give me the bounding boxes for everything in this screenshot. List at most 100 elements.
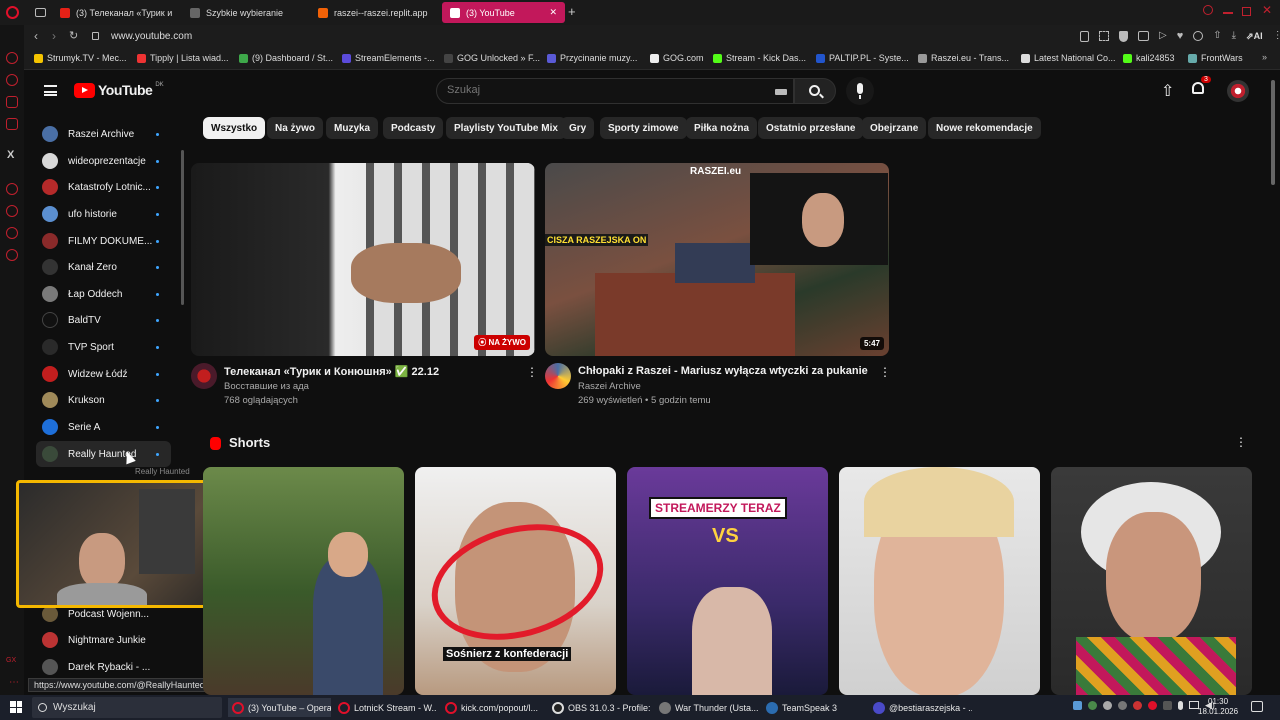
taskbar-item-5[interactable]: TeamSpeak 3 <box>762 698 865 717</box>
bookmark-3[interactable]: StreamElements -... <box>342 53 435 63</box>
taskbar-item-4[interactable]: War Thunder (Usta... <box>655 698 758 717</box>
subscription-item[interactable]: Katastrofy Lotnic... <box>36 174 171 200</box>
tab-1[interactable]: Szybkie wybieranie <box>182 2 307 23</box>
tray-app-icon[interactable] <box>1133 701 1142 710</box>
play-icon[interactable]: ▷ <box>1159 31 1167 42</box>
reload-icon[interactable]: ↻ <box>69 29 78 42</box>
short-4[interactable] <box>1051 467 1252 695</box>
shield-icon[interactable] <box>1119 31 1128 42</box>
subscription-item[interactable]: Serie A <box>36 414 171 440</box>
subscription-item[interactable]: Widzew Łódź <box>36 361 171 387</box>
video-channel-1[interactable]: Raszei Archive <box>578 381 641 392</box>
chip-obejrzane[interactable]: Obejrzane <box>862 117 927 139</box>
video-thumbnail-1[interactable]: RASZEI.eu CISZA RASZEJSKA ON 5:47 <box>545 163 889 356</box>
close-tab-icon[interactable]: ✕ <box>549 7 557 18</box>
url-field[interactable]: www.youtube.com <box>111 31 192 42</box>
subscription-item[interactable]: BaldTV <box>36 307 171 333</box>
opera-logo-icon[interactable] <box>6 6 19 19</box>
subscription-item[interactable]: Nightmare Junkie <box>36 627 171 653</box>
search-input[interactable] <box>447 84 757 96</box>
bookmark-6[interactable]: GOG.com <box>650 53 704 63</box>
chip-gry[interactable]: Gry <box>561 117 595 139</box>
bookmark-5[interactable]: Przycinanie muzy... <box>547 53 637 63</box>
tray-app-icon[interactable] <box>1148 701 1157 710</box>
short-3[interactable] <box>839 467 1040 695</box>
tab-overview-icon[interactable] <box>35 8 46 17</box>
ai-icon[interactable]: ⇗AI <box>1246 31 1263 42</box>
short-1[interactable]: Sośnierz z konfederacji <box>415 467 616 695</box>
sidebar-whatsapp-icon[interactable] <box>6 118 18 130</box>
chip-ostatnio-przeslane[interactable]: Ostatnio przesłane <box>758 117 864 139</box>
chip-pilka-nozna[interactable]: Piłka nożna <box>686 117 758 139</box>
subscription-item[interactable]: wideoprezentacje <box>36 148 171 174</box>
sidebar-ai-icon[interactable] <box>6 52 18 64</box>
shorts-menu-icon[interactable]: ⋮ <box>1235 435 1247 449</box>
sidebar-settings-icon[interactable] <box>6 249 18 261</box>
sidebar-more-icon[interactable]: ⋯ <box>9 677 19 688</box>
windows-start-icon[interactable] <box>10 701 22 713</box>
bookmark-2[interactable]: (9) Dashboard / St... <box>239 53 333 63</box>
tray-app-icon[interactable] <box>1163 701 1172 710</box>
video-title-0[interactable]: Телеканал «Турик и Конюшня» ✅ 22.12 <box>224 365 439 378</box>
chip-wszystko[interactable]: Wszystko <box>203 117 266 139</box>
create-upload-icon[interactable]: ⇧ <box>1161 81 1174 101</box>
more-bookmarks-icon[interactable]: » <box>1262 52 1267 62</box>
video-menu-icon[interactable]: ⋮ <box>526 365 538 379</box>
chip-podcasty[interactable]: Podcasty <box>383 117 444 139</box>
bookmark-0[interactable]: Strumyk.TV - Mec... <box>34 53 127 63</box>
notifications-button[interactable]: 3 <box>1192 76 1211 94</box>
chip-playlisty-mix[interactable]: Playlisty YouTube Mix <box>446 117 566 139</box>
microphone-tray-icon[interactable] <box>1178 701 1183 710</box>
heart-icon[interactable]: ♥ <box>1177 31 1184 42</box>
voice-search-button[interactable] <box>846 77 874 105</box>
sidebar-scrollbar[interactable] <box>181 150 184 305</box>
tab-0[interactable]: (3) Телеканал «Турик и К <box>52 2 172 23</box>
share-icon[interactable]: ⇧ <box>1213 31 1221 42</box>
sidebar-history-icon[interactable] <box>6 205 18 217</box>
bookmark-9[interactable]: Raszei.eu - Trans... <box>918 53 1009 63</box>
tray-app-icon[interactable] <box>1073 701 1082 710</box>
sidebar-instagram-icon[interactable] <box>6 96 18 108</box>
search-tabs-icon[interactable] <box>1203 5 1213 15</box>
menu-icon[interactable]: ⋮ <box>1273 31 1280 42</box>
page-scrollbar[interactable] <box>1271 80 1275 185</box>
bookmark-8[interactable]: PALTIP.PL - Syste... <box>816 53 909 63</box>
bookmark-10[interactable]: Latest National Co... <box>1021 53 1116 63</box>
taskbar-item-3[interactable]: OBS 31.0.3 - Profile:... <box>548 698 651 717</box>
sidebar-messenger-icon[interactable] <box>6 74 18 86</box>
bookmark-4[interactable]: GOG Unlocked » F... <box>444 53 540 63</box>
subscription-item[interactable]: Raszei Archive <box>36 121 171 147</box>
new-tab-button[interactable]: + <box>568 4 576 19</box>
subscription-item[interactable]: Łap Oddech <box>36 281 171 307</box>
minimize-icon[interactable] <box>1223 12 1233 14</box>
tab-3-active[interactable]: (3) YouTube ✕ <box>442 2 565 23</box>
tab-2[interactable]: raszei--raszei.replit.app <box>310 2 438 23</box>
subscription-item[interactable]: TVP Sport <box>36 334 171 360</box>
sidebar-player-icon[interactable] <box>6 183 18 195</box>
account-avatar[interactable] <box>1227 80 1249 102</box>
sidebar-pinboard-icon[interactable] <box>6 227 18 239</box>
maximize-icon[interactable] <box>1242 7 1251 16</box>
back-icon[interactable]: ‹ <box>34 29 38 43</box>
keyboard-icon[interactable] <box>775 89 787 95</box>
subscription-item[interactable]: FILMY DOKUME... <box>36 228 171 254</box>
bookmark-12[interactable]: FrontWars <box>1188 53 1243 63</box>
taskbar-item-6[interactable]: @bestiaraszejska - ... <box>869 698 972 717</box>
video-menu-icon[interactable]: ⋮ <box>879 365 891 379</box>
short-2[interactable]: STREAMERZY TERAZ VS <box>627 467 828 695</box>
tray-app-icon[interactable] <box>1118 701 1127 710</box>
chip-na-zywo[interactable]: Na żywo <box>267 117 324 139</box>
video-channel-avatar-1[interactable] <box>545 363 571 389</box>
bookmark-7[interactable]: Stream - Kick Das... <box>713 53 806 63</box>
taskbar-item-2[interactable]: kick.com/popout/l... <box>441 698 544 717</box>
subscription-item[interactable]: ufo historie <box>36 201 171 227</box>
tray-app-icon[interactable] <box>1088 701 1097 710</box>
taskbar-item-1[interactable]: LotnicK Stream - W... <box>334 698 437 717</box>
chip-muzyka[interactable]: Muzyka <box>326 117 379 139</box>
bookmark-1[interactable]: Tipply | Lista wiad... <box>137 53 229 63</box>
notification-center-icon[interactable] <box>1251 701 1263 712</box>
youtube-logo[interactable]: YouTube DK <box>74 82 164 98</box>
forward-icon[interactable]: › <box>52 29 56 43</box>
taskbar-clock[interactable]: 01:30 18.01.2026 <box>1198 697 1238 717</box>
bookmark-11[interactable]: kali24853 <box>1123 53 1175 63</box>
